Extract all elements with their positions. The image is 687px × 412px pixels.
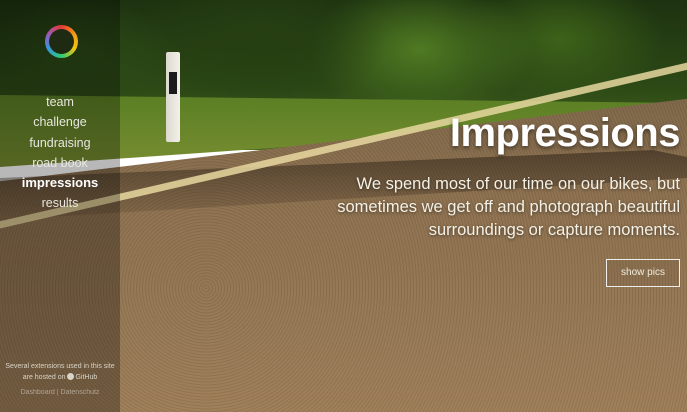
nav-item-impressions[interactable]: impressions xyxy=(0,173,120,193)
show-pics-button[interactable]: show pics xyxy=(606,259,680,287)
ring-logo-icon[interactable] xyxy=(45,25,78,58)
page-title: Impressions xyxy=(449,111,681,155)
page-lead: We spend most of our time on our bikes, … xyxy=(337,175,680,239)
github-label: GitHub xyxy=(75,374,98,381)
main-nav: team challenge fundraising road book imp… xyxy=(0,92,120,214)
nav-item-results[interactable]: results xyxy=(0,193,120,213)
footer-line-1: Several extensions used in this site xyxy=(5,363,115,370)
road-marker-post xyxy=(166,52,180,142)
nav-item-challenge[interactable]: challenge xyxy=(0,112,120,132)
footer-line-2: are hosted on GitHub xyxy=(0,373,120,381)
github-link[interactable]: GitHub xyxy=(67,373,98,381)
nav-item-team[interactable]: team xyxy=(0,92,120,112)
footer-hosted-text: are hosted on xyxy=(22,374,66,381)
github-icon xyxy=(67,373,75,380)
nav-item-road-book[interactable]: road book xyxy=(0,153,120,173)
sidebar: team challenge fundraising road book imp… xyxy=(0,0,120,412)
footer-line-3[interactable]: Dashboard | Datenschutz xyxy=(0,389,120,396)
nav-item-fundraising[interactable]: fundraising xyxy=(0,133,120,153)
